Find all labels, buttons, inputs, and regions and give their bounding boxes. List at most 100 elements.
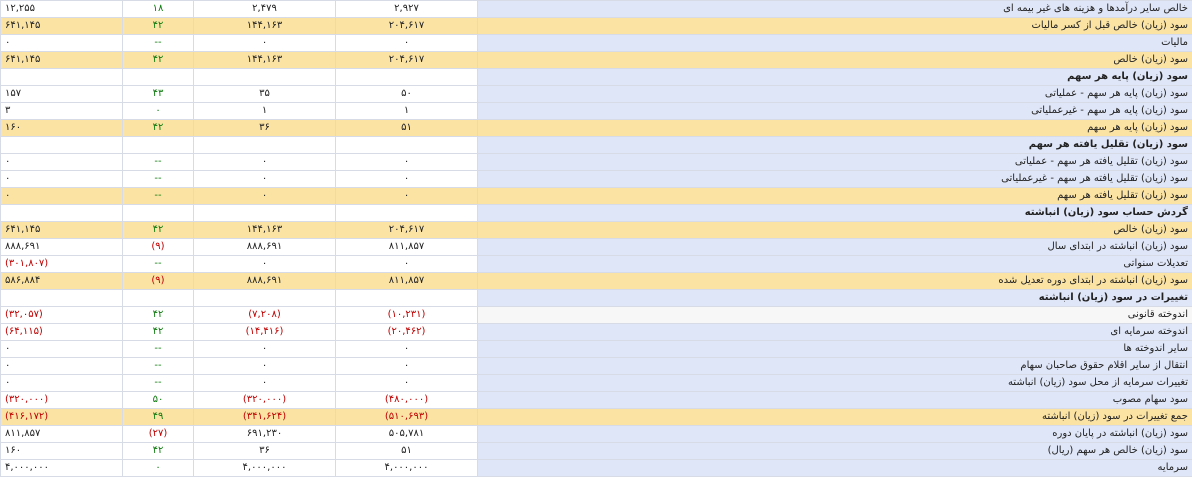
table-row: ۰ -- ۰ ۰ مالیات [0, 34, 1192, 52]
cell-change-percent [122, 289, 194, 307]
cell-prev-year: ۱۶۰ [0, 119, 123, 137]
cell-current-period: ۸۱۱,۸۵۷ [335, 272, 478, 290]
cell-prev-year: ۱۶۰ [0, 442, 123, 460]
cell-current-period: ۰ [335, 170, 478, 188]
cell-change-percent: -- [122, 153, 194, 171]
row-label: سود (زیان) خالص هر سهم (ریال) [477, 442, 1192, 460]
cell-prev-period: ۰ [193, 170, 336, 188]
row-label: سود (زیان) انباشته در ابتدای سال [477, 238, 1192, 256]
cell-current-period: (۵۱۰,۶۹۳) [335, 408, 478, 426]
table-row: ۱۶۰ ۴۲ ۳۶ ۵۱ سود (زیان) خالص هر سهم (ریال) [0, 442, 1192, 460]
cell-current-period: (۴۸۰,۰۰۰) [335, 391, 478, 409]
table-row: ۰ -- ۰ ۰ انتقال از سایر اقلام حقوق صاحبان سه… [0, 357, 1192, 375]
table-row: ۴,۰۰۰,۰۰۰ ۰ ۴,۰۰۰,۰۰۰ ۴,۰۰۰,۰۰۰ سرمایه [0, 459, 1192, 477]
cell-prev-year: (۶۴,۱۱۵) [0, 323, 123, 341]
income-statement-table: ۱۲,۲۵۵ ۱۸ ۲,۴۷۹ ۲,۹۲۷ خالص سایر درآمدها و هز… [0, 0, 1192, 477]
row-label: خالص سایر درآمدها و هزینه های غیر بیمه ا… [477, 0, 1192, 18]
table-row: ۶۴۱,۱۴۵ ۴۲ ۱۴۴,۱۶۳ ۲۰۴,۶۱۷ سود (زیان) خالص [0, 221, 1192, 239]
table-row: گردش حساب سود (زیان) انباشته [0, 204, 1192, 222]
cell-prev-period: ۱ [193, 102, 336, 120]
cell-prev-year: (۴۱۶,۱۷۲) [0, 408, 123, 426]
row-label: سود (زیان) انباشته در پایان دوره [477, 425, 1192, 443]
cell-current-period: ۱ [335, 102, 478, 120]
cell-current-period: ۵۱ [335, 119, 478, 137]
row-label: سود (زیان) تقلیل یافته هر سهم [477, 187, 1192, 205]
cell-prev-period: (۳۴۱,۶۲۴) [193, 408, 336, 426]
cell-prev-year: ۱۵۷ [0, 85, 123, 103]
cell-prev-period: ۳۶ [193, 442, 336, 460]
row-label: تعدیلات سنواتی [477, 255, 1192, 273]
cell-prev-year: ۸۸۸,۶۹۱ [0, 238, 123, 256]
cell-prev-period: ۴,۰۰۰,۰۰۰ [193, 459, 336, 477]
cell-prev-period: ۱۴۴,۱۶۳ [193, 221, 336, 239]
table-row: سود (زیان) تقلیل یافته هر سهم [0, 136, 1192, 154]
cell-current-period: ۴,۰۰۰,۰۰۰ [335, 459, 478, 477]
cell-change-percent [122, 136, 194, 154]
cell-current-period: ۲۰۴,۶۱۷ [335, 221, 478, 239]
cell-prev-period: ۰ [193, 153, 336, 171]
cell-prev-period: ۸۸۸,۶۹۱ [193, 238, 336, 256]
cell-prev-period: ۶۹۱,۲۳۰ [193, 425, 336, 443]
cell-prev-period: ۱۴۴,۱۶۳ [193, 51, 336, 69]
cell-change-percent: ۴۲ [122, 17, 194, 35]
cell-current-period: ۰ [335, 340, 478, 358]
table-row: (۶۴,۱۱۵) ۴۲ (۱۴,۴۱۶) (۲۰,۴۶۲) اندوخته سرمایه… [0, 323, 1192, 341]
cell-prev-year: ۳ [0, 102, 123, 120]
table-row: ۱۲,۲۵۵ ۱۸ ۲,۴۷۹ ۲,۹۲۷ خالص سایر درآمدها و هز… [0, 0, 1192, 18]
cell-change-percent: -- [122, 187, 194, 205]
cell-change-percent: (۲۷) [122, 425, 194, 443]
table-row: ۰ -- ۰ ۰ تغییرات سرمایه از محل سود (زیان) ان… [0, 374, 1192, 392]
cell-prev-year: ۸۱۱,۸۵۷ [0, 425, 123, 443]
cell-change-percent: ۴۲ [122, 306, 194, 324]
row-label: سود (زیان) تقلیل یافته هر سهم - عملیاتی [477, 153, 1192, 171]
cell-prev-period: (۳۲۰,۰۰۰) [193, 391, 336, 409]
cell-prev-year: ۵۸۶,۸۸۴ [0, 272, 123, 290]
cell-change-percent: -- [122, 255, 194, 273]
cell-current-period: ۲,۹۲۷ [335, 0, 478, 18]
table-body: ۱۲,۲۵۵ ۱۸ ۲,۴۷۹ ۲,۹۲۷ خالص سایر درآمدها و هز… [0, 0, 1192, 477]
table-row: (۳۰۱,۸۰۷) -- ۰ ۰ تعدیلات سنواتی [0, 255, 1192, 273]
row-label: تغییرات سرمایه از محل سود (زیان) انباشته [477, 374, 1192, 392]
table-row: ۵۸۶,۸۸۴ (۹) ۸۸۸,۶۹۱ ۸۱۱,۸۵۷ سود (زیان) انباش… [0, 272, 1192, 290]
cell-change-percent: ۵۰ [122, 391, 194, 409]
cell-change-percent: ۰ [122, 459, 194, 477]
cell-current-period: ۰ [335, 357, 478, 375]
row-label: سود (زیان) پایه هر سهم - غیرعملیاتی [477, 102, 1192, 120]
cell-prev-period: ۰ [193, 255, 336, 273]
row-label: سود (زیان) خالص [477, 51, 1192, 69]
cell-prev-year: ۶۴۱,۱۴۵ [0, 221, 123, 239]
table-row: ۰ -- ۰ ۰ سود (زیان) تقلیل یافته هر سهم - عمل… [0, 153, 1192, 171]
row-label: سود (زیان) پایه هر سهم - عملیاتی [477, 85, 1192, 103]
row-label: سود (زیان) خالص قبل از کسر مالیات [477, 17, 1192, 35]
cell-current-period: ۰ [335, 153, 478, 171]
cell-change-percent: ۴۲ [122, 221, 194, 239]
table-row: ۸۸۸,۶۹۱ (۹) ۸۸۸,۶۹۱ ۸۱۱,۸۵۷ سود (زیان) انباش… [0, 238, 1192, 256]
cell-current-period: ۵۱ [335, 442, 478, 460]
table-row: تغییرات در سود (زیان) انباشته [0, 289, 1192, 307]
table-row: ۰ -- ۰ ۰ سود (زیان) تقلیل یافته هر سهم - غیر… [0, 170, 1192, 188]
table-row: (۳۲۰,۰۰۰) ۵۰ (۳۲۰,۰۰۰) (۴۸۰,۰۰۰) سود سهام مص… [0, 391, 1192, 409]
cell-prev-period [193, 204, 336, 222]
cell-current-period: ۰ [335, 34, 478, 52]
cell-prev-year: ۰ [0, 357, 123, 375]
cell-change-percent: ۴۲ [122, 442, 194, 460]
cell-prev-year [0, 68, 123, 86]
row-label: سود سهام مصوب [477, 391, 1192, 409]
table-row: (۴۱۶,۱۷۲) ۴۹ (۳۴۱,۶۲۴) (۵۱۰,۶۹۳) جمع تغییرات… [0, 408, 1192, 426]
row-label: سود (زیان) تقلیل یافته هر سهم [477, 136, 1192, 154]
table-row: ۶۴۱,۱۴۵ ۴۲ ۱۴۴,۱۶۳ ۲۰۴,۶۱۷ سود (زیان) خالص [0, 51, 1192, 69]
cell-prev-period: ۰ [193, 340, 336, 358]
cell-current-period: ۰ [335, 187, 478, 205]
cell-current-period: ۲۰۴,۶۱۷ [335, 51, 478, 69]
cell-prev-period [193, 289, 336, 307]
cell-change-percent: ۰ [122, 102, 194, 120]
table-row: ۰ -- ۰ ۰ سایر اندوخته ها [0, 340, 1192, 358]
table-row: ۱۶۰ ۴۲ ۳۶ ۵۱ سود (زیان) پایه هر سهم [0, 119, 1192, 137]
cell-prev-year: ۰ [0, 187, 123, 205]
table-row: ۶۴۱,۱۴۵ ۴۲ ۱۴۴,۱۶۳ ۲۰۴,۶۱۷ سود (زیان) خالص ق… [0, 17, 1192, 35]
cell-prev-year: (۳۰۱,۸۰۷) [0, 255, 123, 273]
cell-current-period: ۲۰۴,۶۱۷ [335, 17, 478, 35]
row-label: سود (زیان) تقلیل یافته هر سهم - غیرعملیا… [477, 170, 1192, 188]
row-label: سود (زیان) پایه هر سهم [477, 68, 1192, 86]
cell-prev-year: (۳۲,۰۵۷) [0, 306, 123, 324]
